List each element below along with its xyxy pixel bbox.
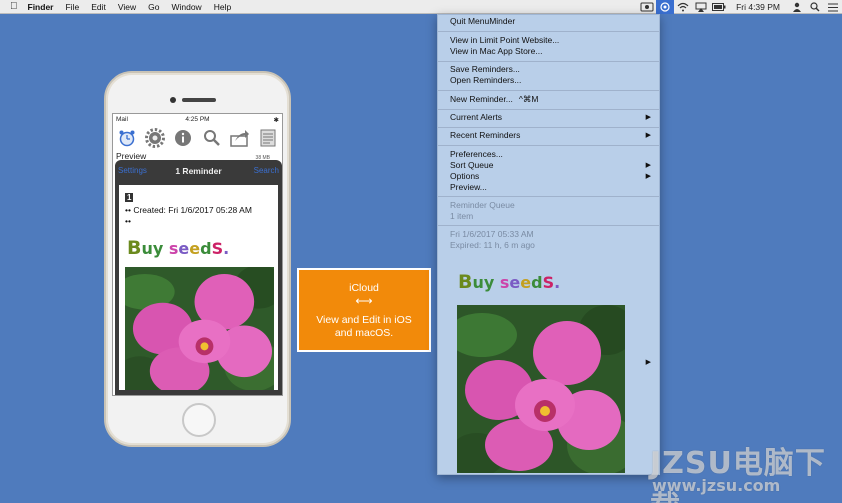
buy-seeds-text: Buy seedS. [127, 237, 230, 259]
watermark: JZSU电脑下载 www.jzsu.com [650, 436, 840, 503]
icloud-title: iCloud [349, 282, 379, 294]
status-time: 4:25 PM [185, 116, 210, 123]
menu-separator [438, 90, 659, 91]
phone-speaker [182, 98, 216, 102]
menu-item-view-app-store[interactable]: View in Mac App Store... [450, 46, 651, 57]
menu-item-preview[interactable]: Preview... [450, 182, 651, 193]
alarm-clock-icon[interactable] [117, 128, 137, 148]
menu-separator [438, 127, 659, 128]
airplay-icon[interactable] [692, 0, 710, 14]
reminder-card[interactable]: 1 •• Created: Fri 1/6/2017 05:28 AM •• B… [119, 185, 278, 390]
menu-label-expired: Expired: 11 h, 6 m ago [450, 240, 535, 250]
app-menu-finder[interactable]: Finder [22, 2, 60, 12]
menu-item-current-alerts[interactable]: Current Alerts ▶ [450, 112, 651, 123]
submenu-arrow-icon: ▶ [645, 114, 651, 121]
icloud-line1: View and Edit in iOS [316, 314, 412, 326]
phone-camera [170, 97, 176, 103]
user-icon[interactable] [788, 0, 806, 14]
submenu-arrow-icon: ▶ [645, 132, 651, 139]
menu-label-item-count: 1 item [450, 211, 474, 221]
buy-seeds-preview-text[interactable]: Buy seedS. [458, 271, 560, 293]
icloud-line2: and macOS. [334, 327, 394, 339]
menu-item-quit[interactable]: Quit MenuMinder [450, 16, 651, 27]
menu-item-save-reminders[interactable]: Save Reminders... [450, 64, 651, 75]
menu-item-view-website[interactable]: View in Limit Point Website... [450, 35, 651, 46]
submenu-arrow-icon: ▶ [645, 162, 651, 169]
reminder-active-icon[interactable] [656, 0, 675, 14]
menu-help[interactable]: Help [208, 2, 237, 12]
apple-menu-icon[interactable]:  [0, 1, 22, 12]
menu-item-new-reminder[interactable]: New Reminder... ^⌘M [450, 94, 651, 105]
info-icon[interactable] [173, 128, 193, 148]
icloud-callout: iCloud ⟷ View and Edit in iOS and macOS. [297, 268, 431, 352]
menu-separator [438, 109, 659, 110]
reminder-panel: Settings 1 Reminder Search 1 •• Created:… [115, 160, 282, 390]
menu-separator [438, 61, 659, 62]
flower-photo [125, 267, 274, 390]
home-button[interactable] [182, 403, 216, 437]
ios-status-bar: Mail 4:25 PM ✱ [113, 114, 282, 125]
iphone-mockup: Mail 4:25 PM ✱ Preview 38 MB Settings 1 … [104, 71, 291, 447]
menuminder-dropdown: Quit MenuMinder View in Limit Point Webs… [437, 14, 660, 475]
notes-icon[interactable] [258, 128, 278, 148]
status-back-mail[interactable]: Mail [116, 116, 170, 123]
panel-bottom-strip [115, 390, 282, 395]
menu-item-preferences[interactable]: Preferences... [450, 149, 651, 160]
gear-icon[interactable] [145, 128, 166, 148]
menu-label-reminder-queue: Reminder Queue [450, 200, 515, 210]
preview-submenu-arrow-icon[interactable]: ▶ [646, 358, 651, 366]
bluetooth-icon: ✱ [273, 116, 279, 124]
menu-file[interactable]: File [59, 2, 85, 12]
share-icon[interactable] [229, 128, 250, 148]
menu-separator [438, 196, 659, 197]
phone-screen: Mail 4:25 PM ✱ Preview 38 MB Settings 1 … [112, 113, 283, 396]
reminder-created: •• Created: Fri 1/6/2017 05:28 AM [125, 205, 252, 215]
search-icon[interactable] [202, 128, 222, 148]
menu-bar:  Finder File Edit View Go Window Help F… [0, 0, 842, 14]
reminder-number-badge: 1 [125, 193, 134, 202]
battery-icon[interactable] [710, 0, 728, 14]
menu-label-reminder-date: Fri 1/6/2017 05:33 AM [450, 229, 534, 239]
menu-item-open-reminders[interactable]: Open Reminders... [450, 75, 651, 86]
menu-edit[interactable]: Edit [85, 2, 112, 12]
submenu-arrow-icon: ▶ [645, 173, 651, 180]
menu-separator [438, 31, 659, 32]
menu-item-recent-reminders[interactable]: Recent Reminders ▶ [450, 130, 651, 141]
menu-separator [438, 225, 659, 226]
reminder-bullet: •• [125, 216, 131, 226]
sync-arrow-icon: ⟷ [355, 294, 373, 308]
notification-center-icon[interactable] [824, 0, 842, 14]
menu-go[interactable]: Go [142, 2, 165, 12]
menu-view[interactable]: View [112, 2, 142, 12]
spotlight-icon[interactable] [806, 0, 824, 14]
menubar-clock[interactable]: Fri 4:39 PM [728, 2, 788, 12]
flower-photo-preview[interactable] [457, 305, 625, 473]
watermark-url: www.jzsu.com [652, 476, 781, 495]
menu-item-sort-queue[interactable]: Sort Queue ▶ [450, 160, 651, 171]
app-toolbar [113, 126, 282, 150]
wifi-icon[interactable] [674, 0, 692, 14]
menu-item-options[interactable]: Options ▶ [450, 171, 651, 182]
menuminder-status-icon[interactable] [638, 0, 656, 14]
menu-window[interactable]: Window [165, 2, 207, 12]
search-button[interactable]: Search [254, 166, 279, 175]
new-reminder-shortcut: ^⌘M [518, 94, 539, 104]
menu-separator [438, 145, 659, 146]
